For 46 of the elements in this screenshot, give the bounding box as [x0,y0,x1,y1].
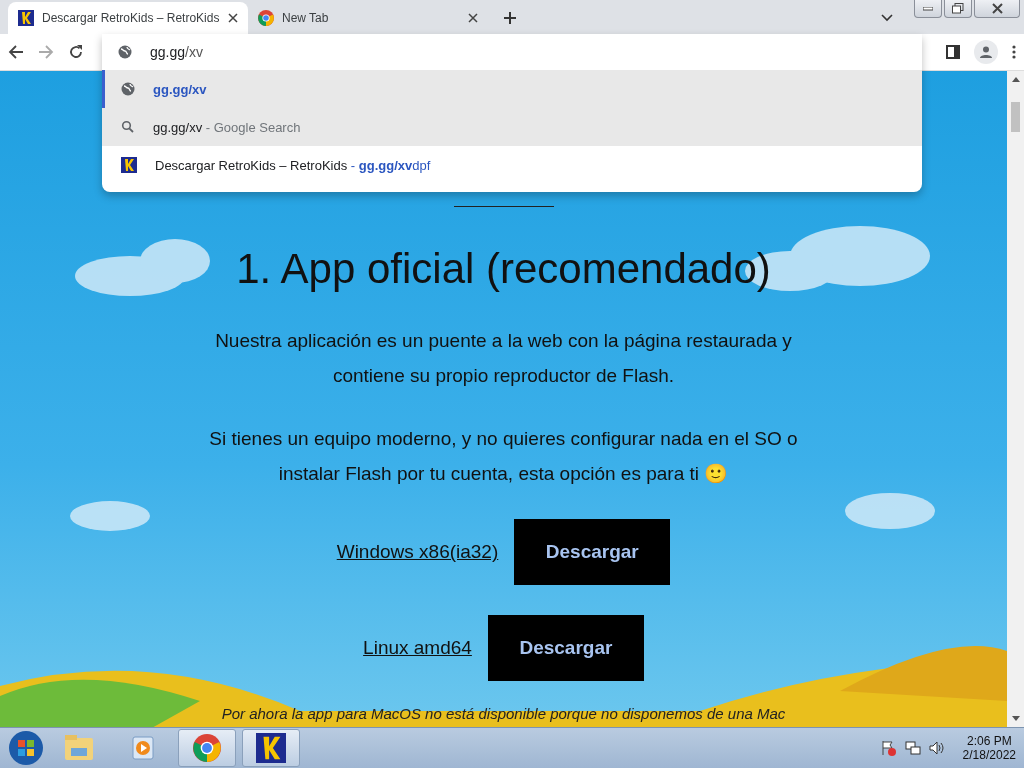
suggestion-item[interactable]: Descargar RetroKids – RetroKids - gg.gg/xvdpf [102,146,922,184]
folder-icon [64,734,94,762]
back-arrow-icon[interactable] [8,44,24,60]
close-icon[interactable] [228,13,238,23]
plus-icon [503,11,517,25]
close-icon [991,3,1003,14]
browser-tab[interactable]: Descargar RetroKids – RetroKids [8,2,248,34]
chrome-logo-icon [258,10,274,26]
globe-icon [121,82,135,96]
retrokids-logo-icon [256,733,286,763]
network-icon[interactable] [904,740,921,756]
close-icon[interactable] [468,13,478,23]
profile-avatar[interactable] [974,40,998,64]
retrokids-favicon-icon [18,10,34,26]
download-link[interactable]: Windows x86(ia32) [336,541,499,563]
download-button[interactable]: Descargar [514,519,671,585]
suggestion-item[interactable]: gg.gg/xv - Google Search [102,108,922,146]
scroll-up-icon[interactable] [1011,77,1020,82]
search-icon [121,120,135,134]
reload-icon[interactable] [68,44,84,60]
speaker-icon[interactable] [928,740,945,756]
restore-button[interactable] [944,0,972,18]
retrokids-favicon-icon [121,157,137,173]
download-button[interactable]: Descargar [487,615,644,681]
globe-icon [118,45,132,59]
scrollbar[interactable] [1007,71,1024,727]
restore-icon [952,3,964,14]
start-orb-icon[interactable] [8,730,44,766]
person-icon [979,45,993,59]
media-player-icon [130,735,156,761]
scrollbar-thumb[interactable] [1011,102,1020,132]
browser-tab[interactable]: New Tab [248,2,488,34]
scroll-down-icon[interactable] [1011,716,1020,721]
minimize-icon [923,6,933,11]
download-link[interactable]: Linux amd64 [363,637,472,659]
taskbar-clock[interactable]: 2:06 PM 2/18/2022 [962,734,1016,762]
side-panel-icon[interactable] [946,45,960,59]
paragraph: Nuestra aplicación es un puente a la web con la página restaurada y contiene su propio reproductor de Flash. [214,329,793,388]
address-field[interactable]: gg.gg/xv [150,44,203,60]
flag-icon[interactable] [880,740,897,756]
chrome-logo-icon [193,734,221,762]
suggestion-item[interactable]: gg.gg/xv [102,70,922,108]
paragraph: Si tienes un equipo moderno, y no quieres configurar nada en el SO o instalar Flash por tu cuenta, esta opción es para ti 🙂 [208,427,799,486]
close-window-button[interactable] [974,0,1020,18]
taskbar-button[interactable] [242,729,300,767]
more-menu-icon[interactable] [1012,45,1016,59]
